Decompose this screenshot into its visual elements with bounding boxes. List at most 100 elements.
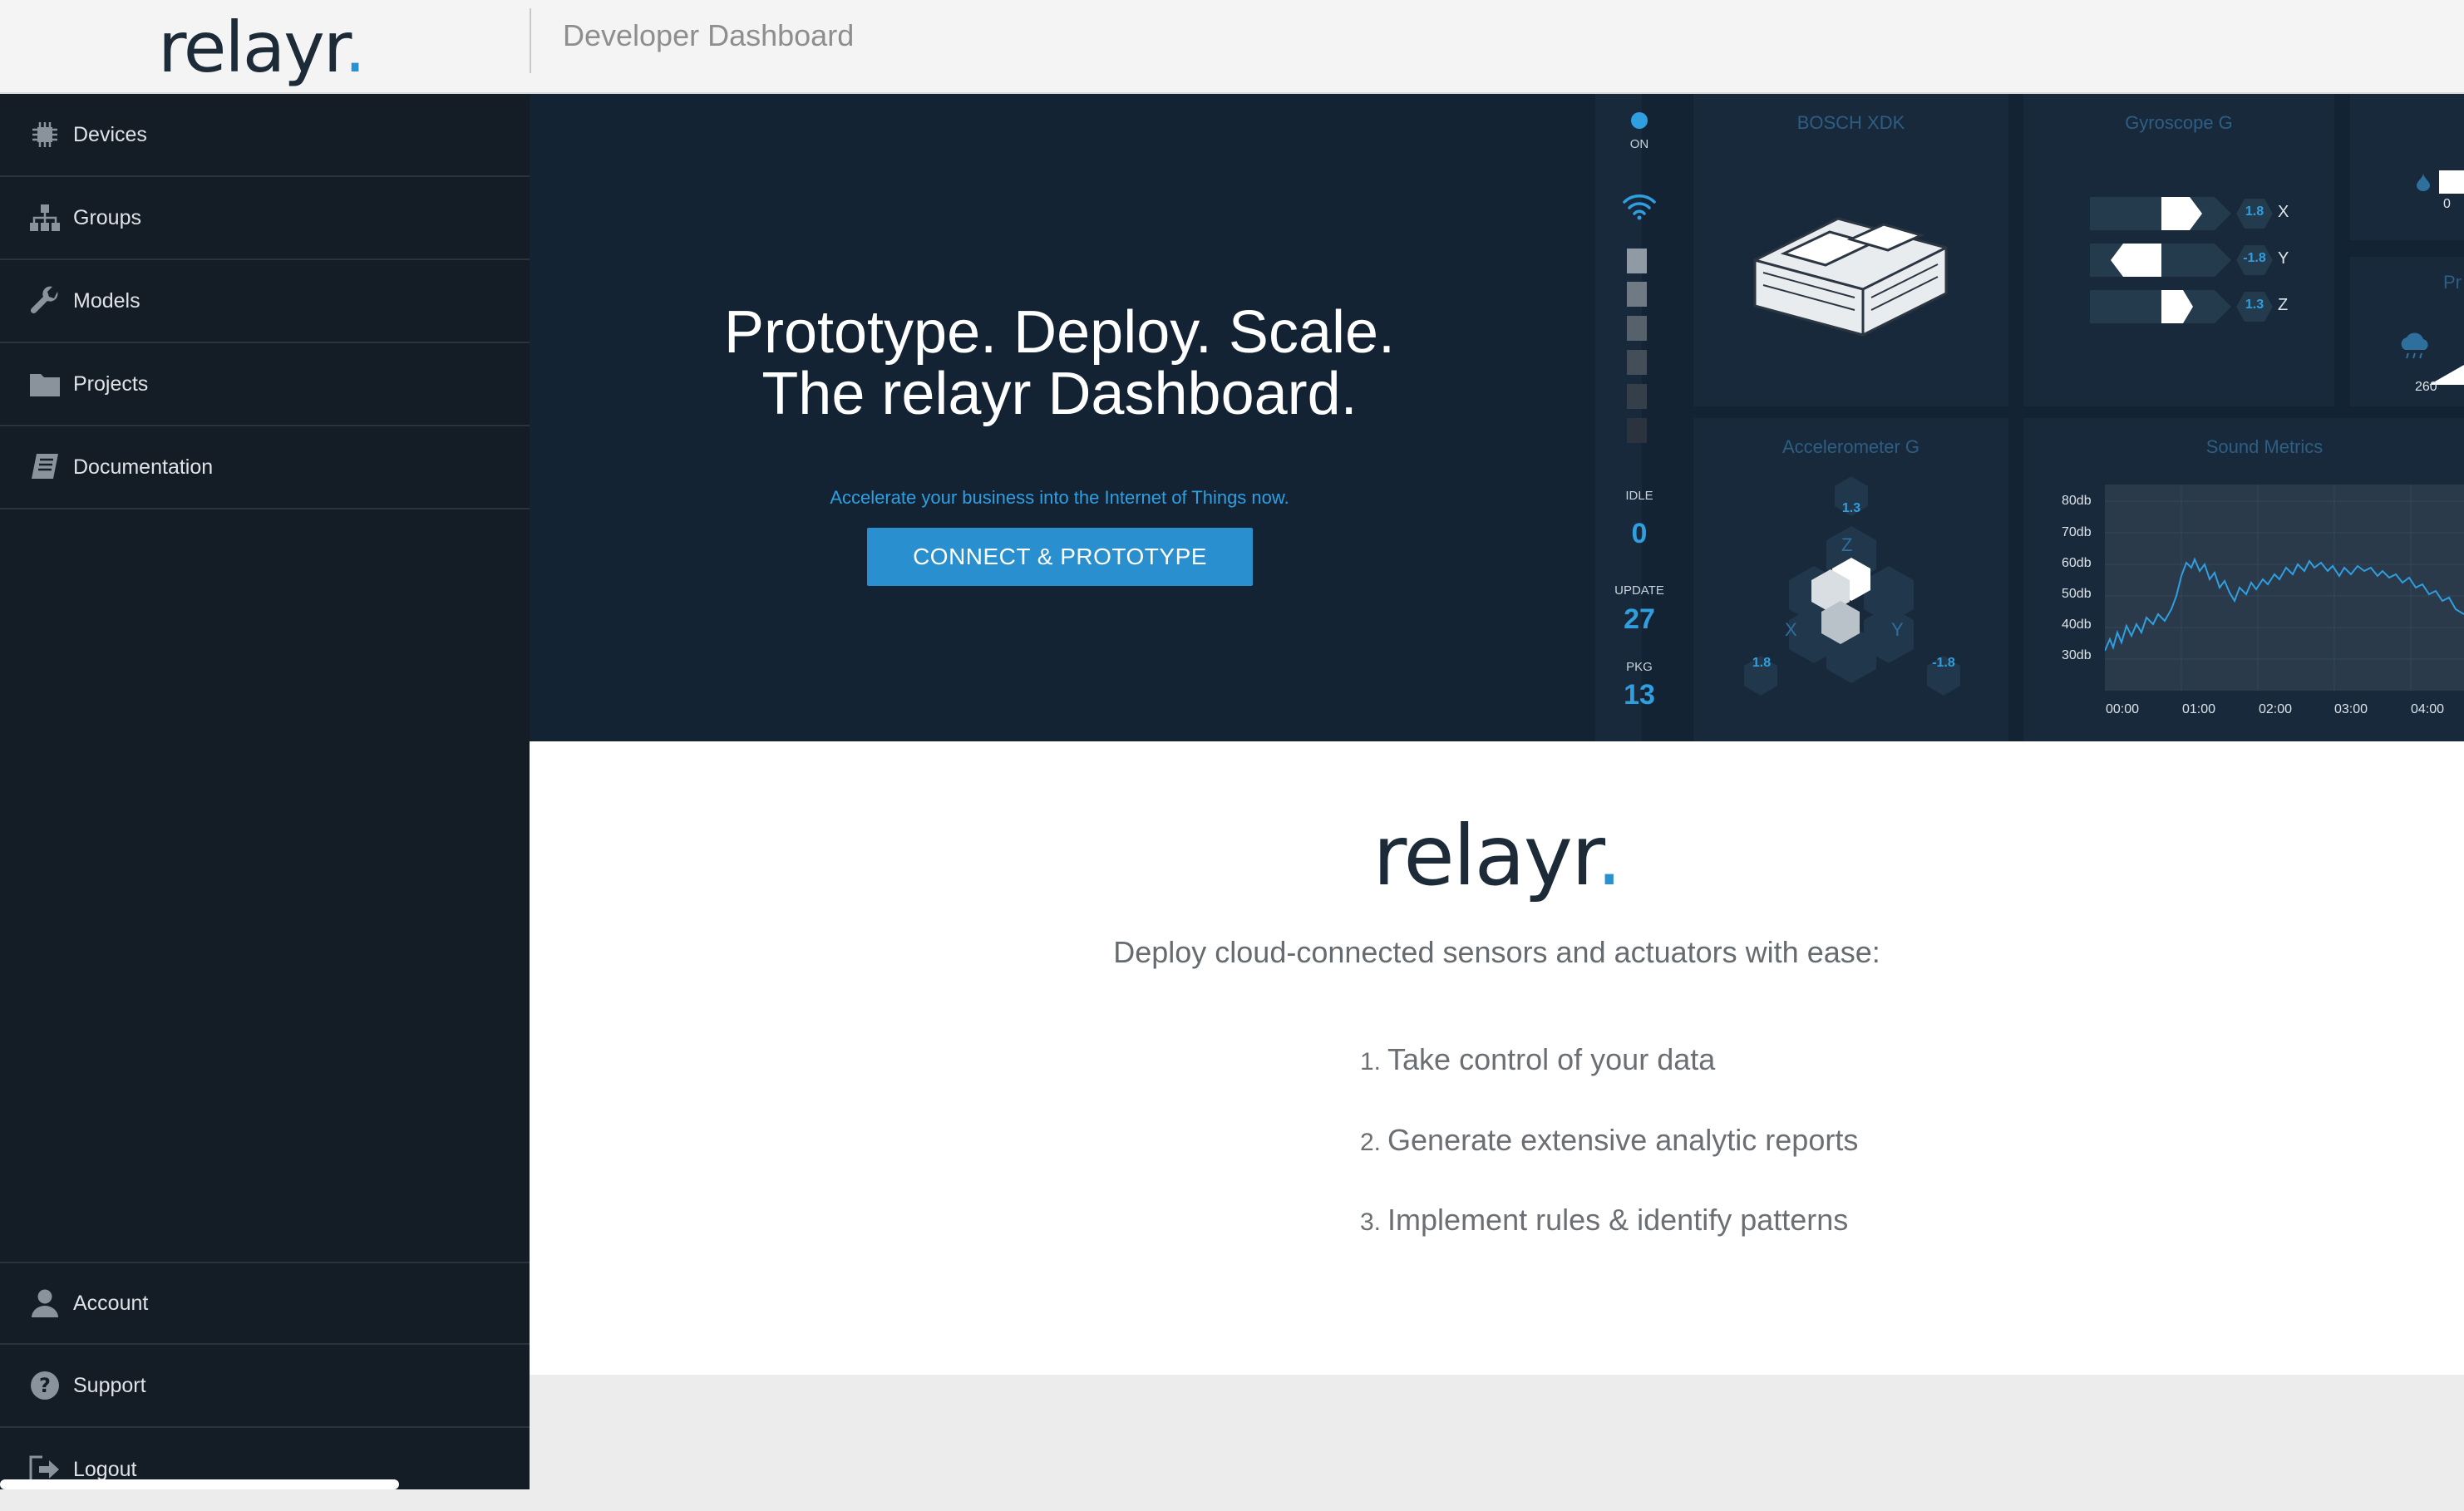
y-tick: 60db	[2062, 556, 2092, 570]
sidebar-item-label: Logout	[73, 1457, 137, 1481]
step-number: 1.	[1360, 1048, 1382, 1075]
step-text: Generate extensive analytic reports	[1387, 1123, 1859, 1157]
y-tick: 80db	[2062, 494, 2092, 508]
top-bar: relayr. Developer Dashboard	[0, 0, 2464, 94]
sidebar-item-support[interactable]: ? Support	[0, 1345, 530, 1428]
sidebar-item-logout[interactable]: Logout	[0, 1428, 530, 1511]
accelerometer-panel: Accelerometer G 1.3 Z X Y 1.8 -1.8	[1693, 418, 2008, 741]
sidebar-item-groups[interactable]: Groups	[0, 177, 530, 260]
gyro-y-axis: Y	[2278, 249, 2289, 268]
sidebar-item-label: Support	[73, 1373, 146, 1397]
book-icon	[28, 450, 62, 484]
side-gauge-fill	[2439, 170, 2464, 194]
status-dot-icon	[1631, 112, 1648, 129]
x-tick: 02:00	[2259, 702, 2293, 716]
idle-label: IDLE	[1625, 489, 1653, 503]
sidebar-item-label: Models	[73, 288, 140, 313]
accel-y-value: -1.8	[1932, 656, 1955, 670]
user-icon	[28, 1287, 62, 1320]
y-tick: 30db	[2062, 648, 2092, 662]
pkg-label: PKG	[1626, 660, 1653, 674]
accel-z-value: 1.3	[1841, 501, 1861, 515]
step-text: Implement rules & identify patterns	[1387, 1203, 1849, 1237]
sidebar-item-documentation[interactable]: Documentation	[0, 426, 530, 509]
drop-icon	[2417, 173, 2430, 191]
step-number: 2.	[1360, 1129, 1382, 1156]
sidebar-item-models[interactable]: Models	[0, 260, 530, 343]
side-value-bottom: 260	[2415, 380, 2437, 394]
gyro-z-axis: Z	[2278, 296, 2289, 314]
content-logo: relayr.	[530, 815, 2464, 898]
logo-dot: .	[343, 6, 367, 88]
device-illustration	[1753, 217, 1948, 337]
sidebar-item-label: Projects	[73, 372, 149, 396]
sound-metrics-title: Sound Metrics	[2205, 436, 2324, 457]
gyro-y-value: -1.8	[2243, 251, 2266, 265]
sound-chart-line	[2105, 485, 2464, 691]
step-text: Take control of your data	[1387, 1042, 1716, 1076]
wrench-icon	[28, 284, 62, 317]
list-item: 2. Generate extensive analytic reports	[1360, 1123, 1858, 1158]
pkg-value: 13	[1624, 679, 1655, 711]
folder-icon	[28, 367, 62, 401]
sidebar-item-label: Groups	[73, 205, 141, 229]
device-panel: BOSCH XDK	[1693, 94, 2008, 406]
side-panel-label: Pr	[2443, 272, 2462, 293]
accel-z-axis: Z	[1841, 534, 1853, 555]
device-panel-title: BOSCH XDK	[1796, 112, 1905, 133]
intro-section: relayr. Deploy cloud-connected sensors a…	[530, 741, 2464, 1375]
y-tick: 40db	[2062, 618, 2092, 632]
sound-metrics-panel: Sound Metrics 80db 70db 60db 50db 40db 3…	[2023, 418, 2464, 741]
x-tick: 01:00	[2182, 702, 2216, 716]
brand-logo[interactable]: relayr.	[158, 0, 367, 94]
x-tick: 04:00	[2411, 702, 2445, 716]
update-label: UPDATE	[1614, 583, 1664, 598]
x-tick: 00:00	[2106, 702, 2140, 716]
update-value: 27	[1624, 603, 1655, 635]
rain-cloud-icon	[2401, 332, 2428, 359]
content-logo-dot: .	[1595, 807, 1623, 904]
step-number: 3.	[1360, 1208, 1382, 1236]
help-icon: ?	[28, 1369, 62, 1402]
side-value-top: 0	[2443, 197, 2451, 211]
header-divider	[530, 8, 531, 73]
accel-x-value: 1.8	[1752, 656, 1772, 670]
idle-value: 0	[1631, 518, 1648, 549]
list-item: 3. Implement rules & identify patterns	[1360, 1203, 1848, 1238]
y-tick: 50db	[2062, 587, 2092, 601]
sidebar-item-account[interactable]: Account	[0, 1262, 530, 1345]
hero-headline-line2: The relayr Dashboard.	[761, 361, 1358, 427]
hierarchy-icon	[28, 201, 62, 234]
page-title: Developer Dashboard	[563, 18, 855, 52]
gyroscope-title: Gyroscope G	[2125, 112, 2233, 133]
side-panel-top: 0	[2350, 94, 2464, 240]
footer-band	[530, 1375, 2464, 1489]
connect-prototype-button[interactable]: CONNECT & PROTOTYPE	[867, 528, 1253, 586]
gyro-x-axis: X	[2278, 203, 2289, 221]
content-tagline: Deploy cloud-connected sensors and actua…	[1113, 935, 1880, 969]
accel-x-axis: X	[1785, 619, 1797, 640]
chip-icon	[28, 118, 62, 151]
accel-y-axis: Y	[1891, 619, 1904, 640]
hero-subtext: Accelerate your business into the Intern…	[830, 487, 1289, 508]
logo-text: relayr	[158, 6, 346, 88]
content-logo-text: relayr	[1372, 807, 1598, 904]
side-panel-bottom: Pr 260	[2350, 257, 2464, 406]
sidebar: Devices Groups Models Projects Documenta…	[0, 94, 530, 1489]
hero-headline: Prototype. Deploy. Scale. The relayr Das…	[530, 302, 1589, 425]
status-on-label: ON	[1629, 137, 1649, 151]
horizontal-scrollbar[interactable]	[0, 1479, 399, 1489]
gyro-z-value: 1.3	[2245, 298, 2264, 312]
x-tick: 03:00	[2334, 702, 2368, 716]
list-item: 1. Take control of your data	[1360, 1042, 1715, 1077]
gyroscope-panel: Gyroscope G 1.8 X -1.8 Y 1.3 Z	[2023, 94, 2334, 406]
sidebar-item-projects[interactable]: Projects	[0, 343, 530, 426]
sidebar-item-label: Account	[73, 1291, 149, 1315]
gyro-x-value: 1.8	[2245, 204, 2264, 219]
sidebar-item-devices[interactable]: Devices	[0, 94, 530, 177]
y-tick: 70db	[2062, 525, 2092, 539]
wifi-icon	[1623, 194, 1656, 220]
svg-text:?: ?	[39, 1374, 51, 1397]
sidebar-item-label: Devices	[73, 122, 147, 146]
accelerometer-title: Accelerometer G	[1781, 436, 1920, 457]
